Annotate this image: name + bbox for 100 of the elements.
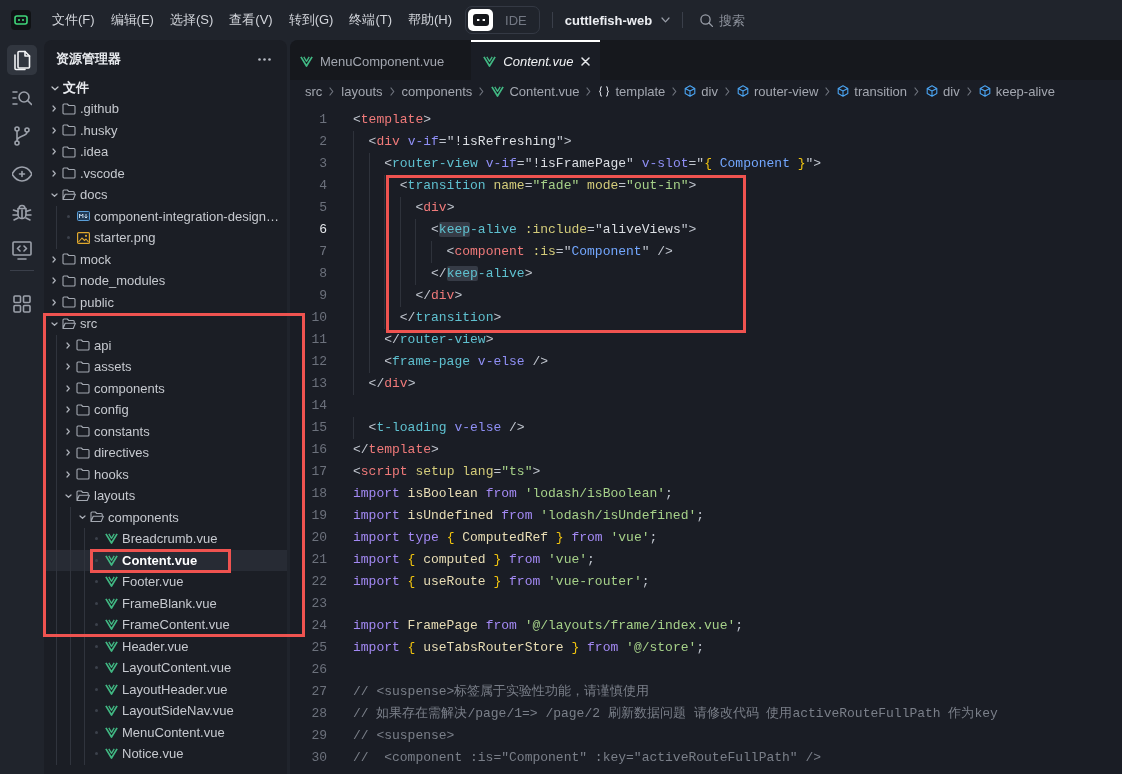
line-number: 7 [319, 244, 327, 259]
folder-icon [62, 274, 76, 287]
folder-open-icon [90, 511, 104, 524]
dot-icon [94, 666, 98, 670]
line-number: 26 [311, 662, 327, 677]
chevron-down-icon [661, 17, 671, 23]
breadcrumb-item[interactable]: src [305, 83, 323, 99]
cube-icon [837, 85, 850, 97]
search-field[interactable]: 搜索 [719, 12, 760, 28]
breadcrumb-item[interactable]: div [926, 83, 960, 99]
chevron-right-icon [329, 86, 335, 96]
vue-icon [300, 55, 313, 67]
vue-icon [104, 640, 118, 652]
menu-item[interactable]: 选择(S) [169, 8, 214, 32]
folder-open-icon [62, 188, 76, 201]
line-number: 6 [319, 222, 327, 237]
chevron-right-icon [914, 86, 920, 96]
line-number: 22 [311, 574, 327, 589]
vue-icon [104, 683, 118, 695]
image-icon [76, 231, 90, 244]
more-icon[interactable] [258, 57, 271, 61]
cube-icon [737, 85, 749, 97]
chevron-right-icon [479, 86, 485, 96]
breadcrumb-item[interactable]: router-view [737, 83, 819, 99]
line-number: 21 [311, 552, 327, 567]
menu-item[interactable]: 查看(V) [229, 8, 273, 32]
line-number: 15 [311, 420, 327, 435]
folder-icon [76, 446, 90, 459]
cube-icon [684, 85, 697, 97]
line-number: 9 [319, 288, 327, 303]
breadcrumb-item[interactable]: template [598, 83, 666, 99]
vue-icon [104, 554, 118, 566]
dot-icon [94, 687, 98, 691]
dot-icon [66, 214, 70, 218]
monitor-icon[interactable] [12, 240, 32, 260]
vue-icon [104, 576, 118, 588]
line-number: 2 [319, 134, 327, 149]
markdown-icon [76, 211, 90, 222]
folder-icon [62, 102, 76, 115]
folder-icon [76, 339, 90, 352]
eye-icon[interactable] [12, 164, 32, 184]
folder-icon [76, 468, 90, 481]
vue-icon [104, 705, 118, 717]
menu-item[interactable]: 转到(G) [288, 8, 334, 32]
folder-icon [76, 382, 90, 395]
line-number: 28 [311, 706, 327, 721]
dot-icon [94, 580, 98, 584]
cube-icon [978, 85, 991, 97]
dot-icon [94, 644, 98, 648]
line-number: 5 [319, 200, 327, 215]
line-number: 3 [319, 156, 327, 171]
line-number: 14 [311, 398, 327, 413]
search-icon[interactable] [12, 88, 32, 108]
line-number: 27 [311, 684, 327, 699]
breadcrumb-item[interactable]: Content.vue [491, 83, 580, 99]
breadcrumb-item[interactable]: transition [837, 83, 908, 99]
line-number: 16 [311, 442, 327, 457]
project-selector[interactable]: cuttlefish-web [564, 12, 671, 28]
line-number: 10 [311, 310, 327, 325]
close-icon[interactable] [581, 56, 591, 66]
line-number: 20 [311, 530, 327, 545]
line-number: 8 [319, 266, 327, 281]
breadcrumb-item[interactable]: div [684, 83, 718, 99]
folder-icon [76, 360, 90, 373]
mode-button[interactable] [468, 9, 494, 31]
dot-icon [94, 730, 98, 734]
editor-tab[interactable]: MenuComponent.vue [290, 40, 470, 80]
braces-icon [598, 85, 611, 97]
files-icon[interactable] [7, 45, 37, 75]
breadcrumb-item[interactable]: components [401, 83, 473, 99]
bug-icon[interactable] [12, 202, 32, 222]
menu-item[interactable]: 帮助(H) [408, 8, 453, 32]
screen-icon [472, 14, 489, 26]
vue-icon [104, 619, 118, 631]
chevron-right-icon [672, 86, 678, 96]
chevron-right-icon [825, 86, 831, 96]
menu-item[interactable]: 终端(T) [349, 8, 393, 32]
vue-icon [104, 662, 118, 674]
folder-icon [62, 296, 76, 309]
dot-icon [94, 752, 98, 756]
line-number: 4 [319, 178, 327, 193]
chevron-right-icon [389, 86, 395, 96]
grid-icon[interactable] [12, 294, 32, 314]
vue-icon [104, 748, 118, 760]
folder-icon [76, 403, 90, 416]
line-number: 29 [311, 728, 327, 743]
menu-item[interactable]: 文件(F) [52, 8, 95, 32]
editor-tab[interactable]: Content.vue [471, 40, 601, 80]
line-number: 30 [311, 750, 327, 765]
section-header[interactable]: 文件 [44, 78, 287, 98]
breadcrumb-item[interactable]: layouts [341, 83, 383, 99]
line-number: 23 [311, 596, 327, 611]
line-number: 17 [311, 464, 327, 479]
tree-item[interactable]: Content.vue [44, 549, 287, 571]
line-number: 25 [311, 640, 327, 655]
menu-item[interactable]: 编辑(E) [110, 8, 154, 32]
mode-button[interactable]: IDE [495, 9, 537, 31]
breadcrumb-item[interactable]: keep-alive [978, 83, 1055, 99]
branch-icon[interactable] [12, 126, 32, 146]
chevron-right-icon [966, 86, 972, 96]
